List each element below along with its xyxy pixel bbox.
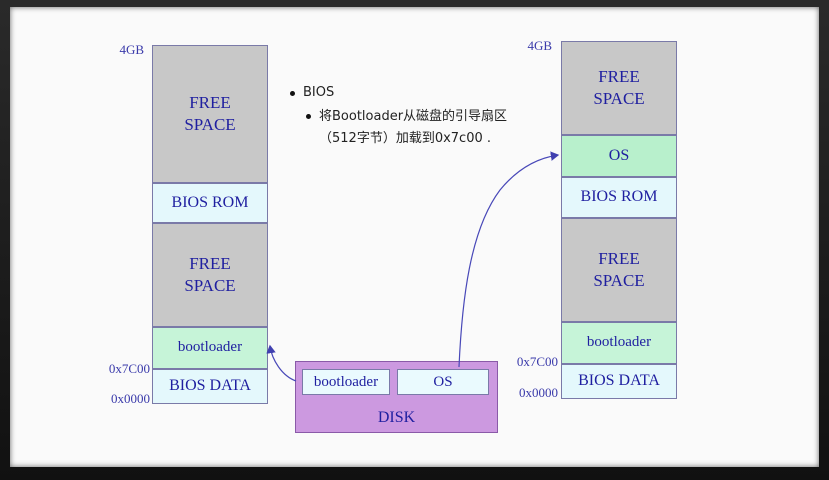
bootloader-load-arrow bbox=[266, 344, 297, 382]
arrows bbox=[266, 151, 560, 382]
os-load-arrow bbox=[458, 151, 560, 368]
